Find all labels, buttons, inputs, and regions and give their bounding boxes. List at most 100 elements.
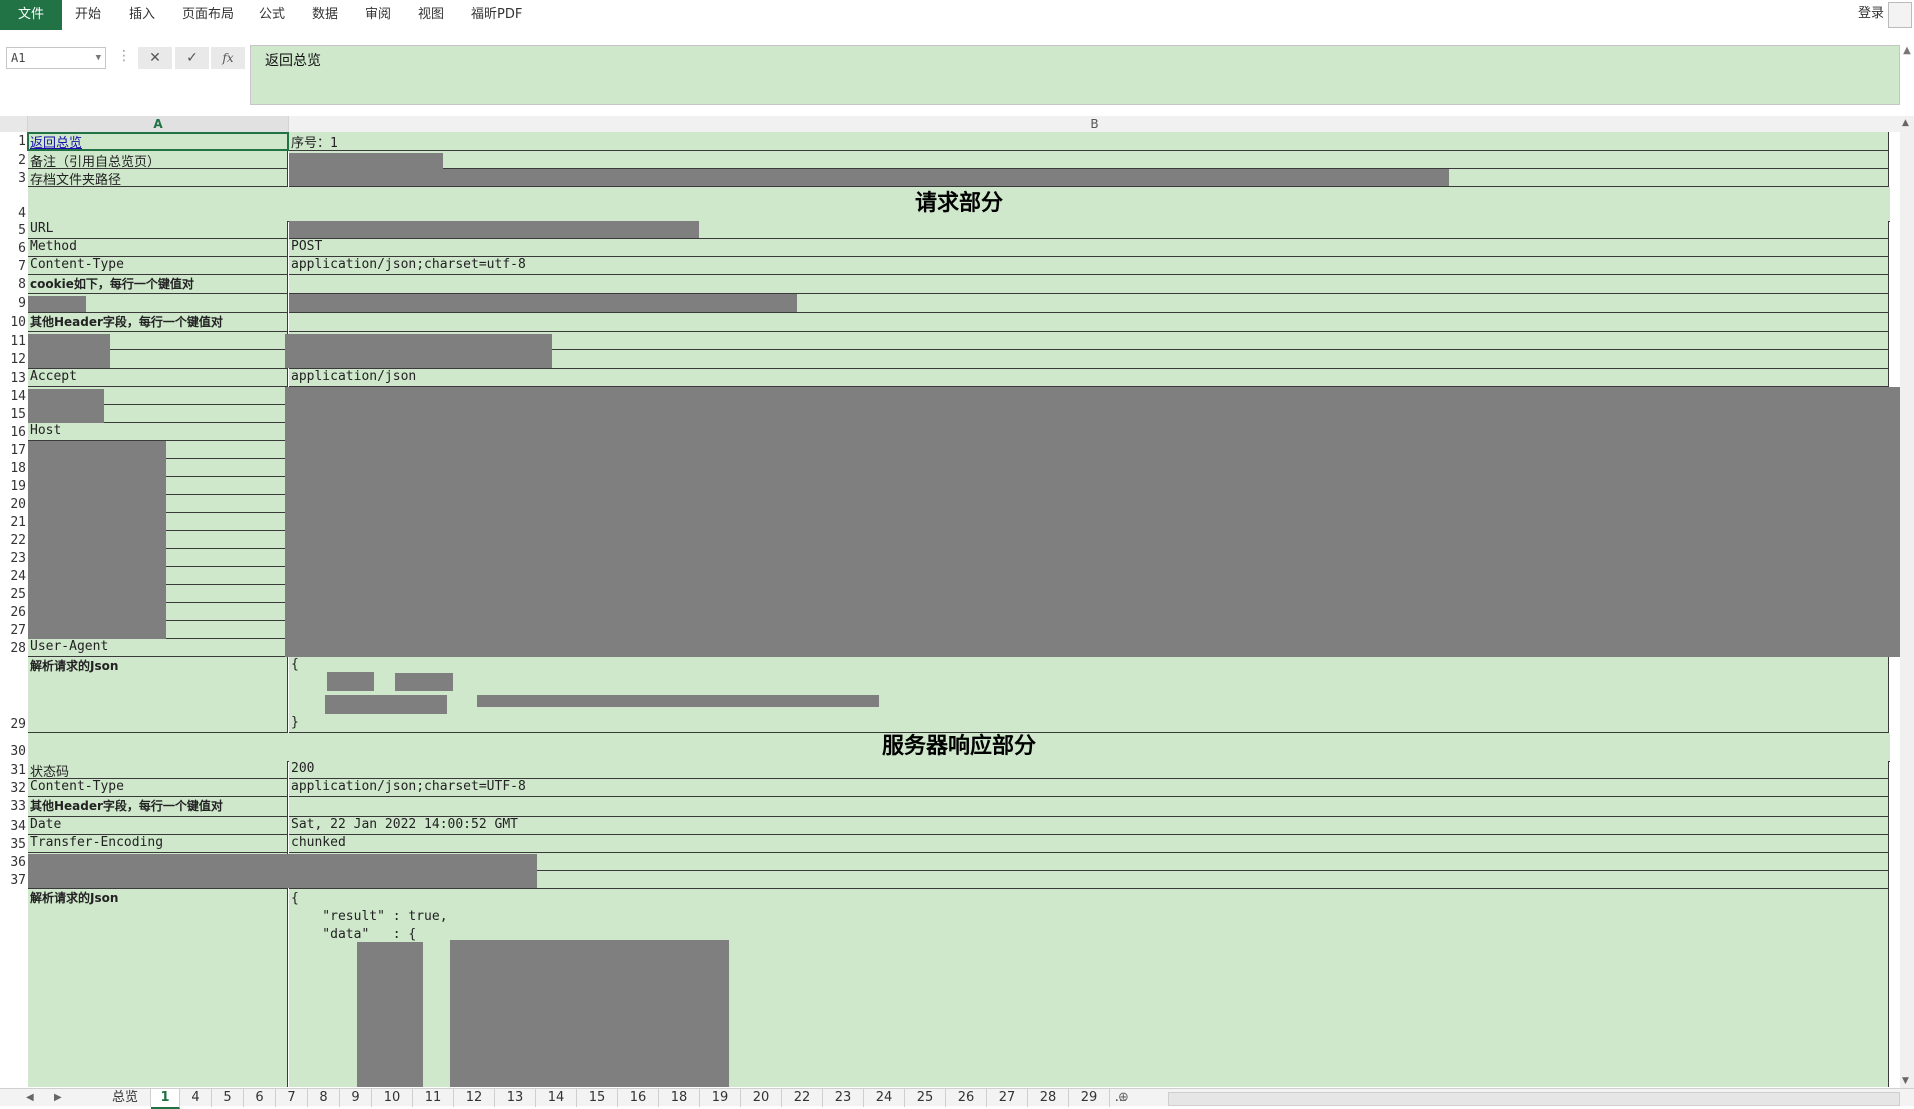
- sheet-next-icon[interactable]: ▶: [54, 1089, 62, 1107]
- cell-b10[interactable]: [289, 313, 1889, 332]
- cell-a31[interactable]: 状态码: [28, 761, 288, 779]
- sheet-prev-icon[interactable]: ◀: [26, 1089, 34, 1107]
- sheet-tab-23[interactable]: 23: [823, 1089, 864, 1107]
- formula-expand-icon[interactable]: ▲: [1900, 45, 1914, 105]
- row-number[interactable]: 7: [0, 259, 26, 274]
- tab-data[interactable]: 数据: [312, 0, 338, 30]
- sheet-tab-24[interactable]: 24: [864, 1089, 905, 1107]
- sheet-tab-overview[interactable]: 总览: [100, 1089, 151, 1107]
- sheet-tab-22[interactable]: 22: [782, 1089, 823, 1107]
- sheet-tab-29[interactable]: 29: [1069, 1089, 1110, 1107]
- row-number[interactable]: 14: [0, 389, 26, 404]
- row-number[interactable]: 12: [0, 352, 26, 367]
- cell-a16[interactable]: Host: [28, 423, 288, 441]
- tab-file[interactable]: 文件: [0, 0, 63, 30]
- row-number[interactable]: 31: [0, 763, 26, 778]
- cell-a32[interactable]: Content-Type: [28, 779, 288, 797]
- cell-b31[interactable]: 200: [289, 761, 1889, 779]
- enter-icon[interactable]: ✓: [175, 47, 209, 69]
- cell-a5[interactable]: URL: [28, 221, 288, 239]
- cell-b32[interactable]: application/json;charset=UTF-8: [289, 779, 1889, 797]
- cell-a35[interactable]: Transfer-Encoding: [28, 835, 288, 853]
- cell-a6[interactable]: Method: [28, 239, 288, 257]
- row-number[interactable]: 13: [0, 371, 26, 386]
- row-number[interactable]: 3: [0, 171, 26, 186]
- sheet-tab-4[interactable]: 4: [180, 1089, 212, 1107]
- row-number[interactable]: 1: [0, 134, 26, 149]
- cell-a28[interactable]: User-Agent: [28, 639, 288, 657]
- sheet-tab-9[interactable]: 9: [340, 1089, 372, 1107]
- sheet-tab-28[interactable]: 28: [1028, 1089, 1069, 1107]
- row-number[interactable]: 6: [0, 241, 26, 256]
- tab-formulas[interactable]: 公式: [259, 0, 285, 30]
- cell-b6[interactable]: POST: [289, 239, 1889, 257]
- row-number[interactable]: 28: [0, 641, 26, 656]
- row-number[interactable]: 37: [0, 873, 26, 888]
- tab-home[interactable]: 开始: [75, 0, 101, 30]
- cell-a29[interactable]: 解析请求的Json: [28, 657, 288, 733]
- row-number[interactable]: 17: [0, 443, 26, 458]
- sheet-tab-18[interactable]: 18: [659, 1089, 700, 1107]
- row-number[interactable]: 5: [0, 223, 26, 238]
- cell-b34[interactable]: Sat, 22 Jan 2022 14:00:52 GMT: [289, 817, 1889, 835]
- row-number[interactable]: 8: [0, 277, 26, 292]
- row-number[interactable]: 34: [0, 819, 26, 834]
- login-link[interactable]: 登录: [1858, 0, 1884, 28]
- scroll-up-icon[interactable]: ▲: [1902, 118, 1909, 128]
- row-number[interactable]: 23: [0, 551, 26, 566]
- row-number[interactable]: 33: [0, 799, 26, 814]
- cell-a38[interactable]: 解析请求的Json: [28, 889, 288, 1087]
- tab-page-layout[interactable]: 页面布局: [182, 0, 234, 30]
- cell-a33[interactable]: 其他Header字段，每行一个键值对: [28, 797, 288, 817]
- row-number[interactable]: 11: [0, 334, 26, 349]
- sheet-tab-14[interactable]: 14: [536, 1089, 577, 1107]
- vertical-scrollbar[interactable]: ▲ ▼: [1900, 116, 1914, 1088]
- sheet-tab-15[interactable]: 15: [577, 1089, 618, 1107]
- user-icon[interactable]: [1888, 2, 1912, 28]
- sheet-tab-12[interactable]: 12: [454, 1089, 495, 1107]
- sheet-tab-10[interactable]: 10: [372, 1089, 413, 1107]
- row-number[interactable]: 26: [0, 605, 26, 620]
- section-heading-request[interactable]: 请求部分: [28, 187, 1890, 222]
- chevron-down-icon[interactable]: ▼: [96, 48, 101, 68]
- sheet-tab-16[interactable]: 16: [618, 1089, 659, 1107]
- add-sheet-icon[interactable]: ⊕: [1118, 1089, 1129, 1107]
- sheet-tab-20[interactable]: 20: [741, 1089, 782, 1107]
- cell-b35[interactable]: chunked: [289, 835, 1889, 853]
- row-number[interactable]: 24: [0, 569, 26, 584]
- cell-a13[interactable]: Accept: [28, 369, 288, 387]
- row-number[interactable]: 4: [0, 206, 26, 221]
- sheet-tab-7[interactable]: 7: [276, 1089, 308, 1107]
- row-number[interactable]: 15: [0, 407, 26, 422]
- row-number[interactable]: 29: [0, 717, 26, 732]
- row-number[interactable]: 16: [0, 425, 26, 440]
- row-number[interactable]: 9: [0, 296, 26, 311]
- cell-b7[interactable]: application/json;charset=utf-8: [289, 257, 1889, 275]
- scroll-down-icon[interactable]: ▼: [1902, 1076, 1909, 1086]
- cancel-icon[interactable]: ✕: [138, 47, 172, 69]
- sheet-tab-11[interactable]: 11: [413, 1089, 454, 1107]
- row-number[interactable]: 10: [0, 315, 26, 330]
- horizontal-scrollbar[interactable]: [1168, 1092, 1900, 1106]
- cell-a3[interactable]: 存档文件夹路径: [28, 169, 288, 187]
- row-number[interactable]: 27: [0, 623, 26, 638]
- cell-a8[interactable]: cookie如下，每行一个键值对: [28, 275, 288, 294]
- tab-foxit-pdf[interactable]: 福昕PDF: [471, 0, 522, 30]
- row-number[interactable]: 21: [0, 515, 26, 530]
- cell-a10[interactable]: 其他Header字段，每行一个键值对: [28, 313, 288, 332]
- row-number[interactable]: 22: [0, 533, 26, 548]
- row-number[interactable]: 36: [0, 855, 26, 870]
- column-header-b[interactable]: B: [289, 116, 1901, 133]
- select-all-corner[interactable]: [0, 116, 28, 133]
- section-heading-response[interactable]: 服务器响应部分: [28, 733, 1890, 762]
- sheet-tab-26[interactable]: 26: [946, 1089, 987, 1107]
- sheet-tab-6[interactable]: 6: [244, 1089, 276, 1107]
- row-number[interactable]: 19: [0, 479, 26, 494]
- cell-b1[interactable]: 序号：1: [289, 132, 1889, 151]
- row-number[interactable]: 32: [0, 781, 26, 796]
- insert-function-icon[interactable]: fx: [211, 47, 245, 69]
- sheet-tab-8[interactable]: 8: [308, 1089, 340, 1107]
- formula-bar-grip-icon[interactable]: ⋮: [117, 48, 131, 64]
- tab-insert[interactable]: 插入: [129, 0, 155, 30]
- cell-a34[interactable]: Date: [28, 817, 288, 835]
